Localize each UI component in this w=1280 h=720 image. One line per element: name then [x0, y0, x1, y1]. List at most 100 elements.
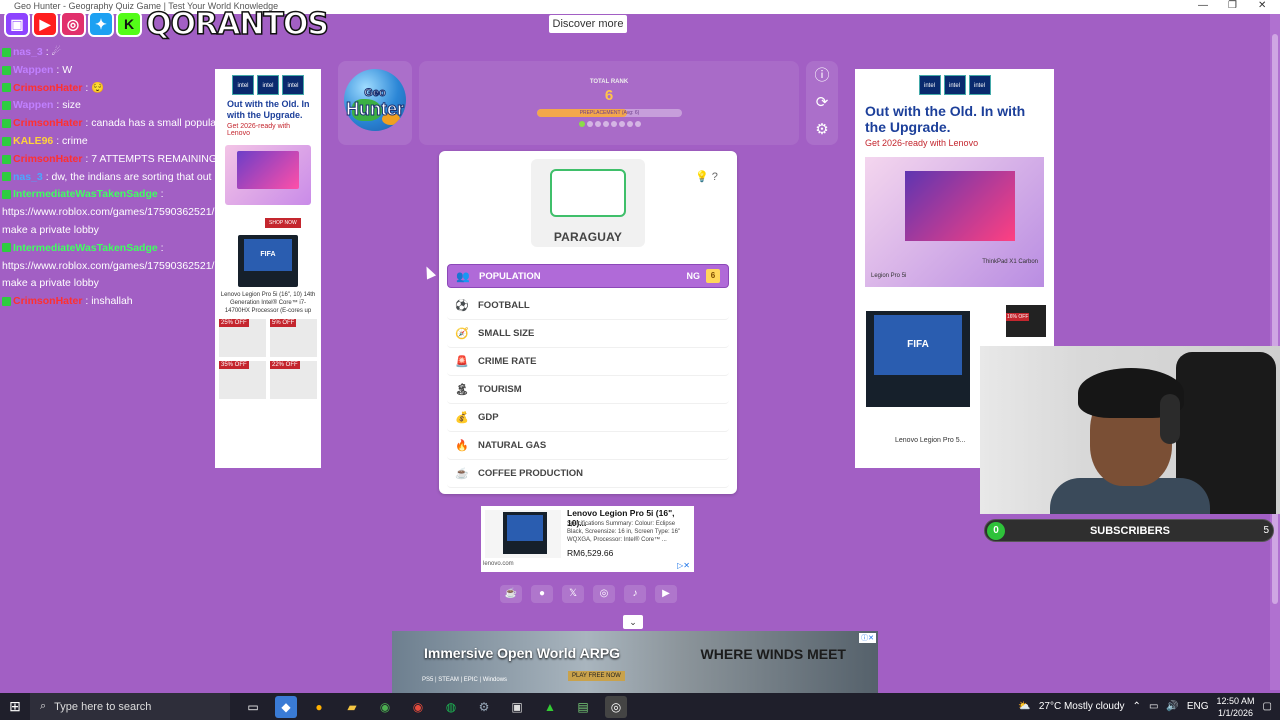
geohunter-logo[interactable]: Geo Hunter — [338, 61, 412, 145]
rank-label: TOTAL RANK — [589, 79, 629, 85]
category-gdp[interactable]: 💰 GDP — [447, 404, 729, 432]
hint-button[interactable]: 💡 ? — [695, 170, 718, 183]
chevron-up-icon[interactable]: ⌃ — [1133, 701, 1141, 712]
weather-text[interactable]: 27°C Mostly cloudy — [1039, 701, 1125, 712]
volume-icon[interactable]: 🔊 — [1166, 701, 1178, 712]
chat-username: CrimsonHater — [13, 295, 83, 308]
copilot-icon[interactable]: ◆ — [275, 695, 297, 718]
category-label: SMALL SIZE — [478, 328, 535, 339]
discover-more-button[interactable]: Discover more — [549, 15, 627, 33]
language-indicator[interactable]: ENG — [1187, 701, 1209, 712]
youtube-icon: ▶ — [32, 11, 58, 37]
x-icon[interactable]: 𝕏 — [562, 585, 584, 603]
mini-product[interactable]: 16% OFF — [1006, 305, 1046, 337]
category-football[interactable]: ⚽ FOOTBALL — [447, 292, 729, 320]
category-crime-rate[interactable]: 🚨 CRIME RATE — [447, 348, 729, 376]
category-small-size[interactable]: 🧭 SMALL SIZE — [447, 320, 729, 348]
chat-username: IntermediateWasTakenSadge — [13, 241, 158, 254]
chat-text: : 7 ATTEMPTS REMAINING — [85, 152, 218, 165]
network-icon[interactable]: ▭ — [1149, 701, 1158, 712]
clock[interactable]: 12:50 AM 1/1/2026 — [1217, 695, 1255, 719]
subs-goal: 5 — [1263, 525, 1269, 536]
category-population[interactable]: 👥 POPULATION NG 6 — [447, 264, 729, 288]
bottom-ad[interactable]: Lenovo Legion Pro 5i (16", 10)... Specif… — [481, 506, 694, 572]
deal-item[interactable]: 22% OFF — [270, 361, 317, 399]
chat-username: KALE96 — [13, 134, 54, 147]
ad-close-icon[interactable]: ▷✕ — [677, 561, 690, 570]
obs-icon[interactable]: ● — [308, 696, 330, 718]
intel-logos: intel intel intel — [855, 75, 1054, 95]
shop-now-button[interactable]: SHOP NOW — [265, 218, 301, 228]
category-label: CRIME RATE — [478, 356, 537, 367]
settings-icon[interactable]: ⚙ — [813, 121, 831, 139]
close-icon[interactable]: ✕ — [1258, 0, 1266, 11]
deal-item[interactable]: 35% OFF — [219, 361, 266, 399]
small-size-icon: 🧭 — [455, 328, 469, 340]
category-coffee-production[interactable]: ☕ COFFEE PRODUCTION — [447, 460, 729, 488]
left-product-caption[interactable]: Lenovo Legion Pro 5i (16", 10) 14th Gene… — [215, 291, 321, 315]
banner-ad[interactable]: Immersive Open World ARPG PS5 | STEAM | … — [392, 631, 878, 693]
ad-close-icon[interactable]: ⓘ✕ — [859, 633, 876, 643]
windows-start-icon[interactable]: ⊞ — [0, 698, 30, 715]
category-natural-gas[interactable]: 🔥 NATURAL GAS — [447, 432, 729, 460]
deal-item[interactable]: 25% OFF — [219, 319, 266, 357]
banner-play-button[interactable]: PLAY FREE NOW — [568, 671, 625, 681]
app-icon[interactable]: ▲ — [539, 696, 561, 718]
weather-icon[interactable]: ⛅ — [1018, 701, 1030, 712]
app-icon[interactable]: ▣ — [506, 696, 528, 718]
deal-item[interactable]: 5% OFF — [270, 319, 317, 357]
task-view-icon[interactable]: ▭ — [242, 696, 264, 718]
tiktok-icon[interactable]: ♪ — [624, 585, 646, 603]
chrome-profile-icon[interactable]: ◉ — [407, 696, 429, 718]
rank-progress-bar: PREPLACEMENT (Avg: 6) — [537, 109, 682, 117]
laptop-image — [225, 145, 311, 205]
refresh-icon[interactable]: ⟳ — [813, 94, 831, 112]
notification-icon[interactable]: ▢ — [1263, 701, 1272, 712]
chat-username: CrimsonHater — [13, 117, 83, 130]
left-ad-headline: Out with the Old. In with the Upgrade. — [227, 99, 310, 120]
bottom-ad-site[interactable]: lenovo.com — [483, 561, 514, 567]
kick-badge-icon — [2, 118, 11, 128]
chat-username: IntermediateWasTakenSadge — [13, 188, 158, 201]
steam-icon[interactable]: ⚙ — [473, 696, 495, 718]
chat-text: make a private lobby — [2, 277, 99, 290]
subscriber-goal-bar: 0 SUBSCRIBERS 5 — [984, 519, 1274, 542]
category-score: 6 — [706, 269, 720, 283]
right-product-caption[interactable]: Lenovo Legion Pro 5... — [895, 437, 965, 444]
youtube-icon[interactable]: ▶ — [655, 585, 677, 603]
chat-message: nas_3 : ☄ — [2, 44, 332, 62]
left-ad[interactable]: intel intel intel Out with the Old. In wit… — [215, 69, 321, 468]
reddit-icon[interactable]: ● — [531, 585, 553, 603]
spotify-icon[interactable]: ◍ — [440, 696, 462, 718]
info-icon[interactable]: ⓘ — [813, 67, 831, 85]
legion-laptop-image[interactable]: FIFA — [863, 311, 973, 409]
chevron-down-icon[interactable]: ⌄ — [623, 615, 643, 629]
file-explorer-icon[interactable]: ▰ — [341, 696, 363, 718]
minimize-icon[interactable]: — — [1198, 0, 1208, 11]
chat-text: : dw, the indians are sorting that out — [45, 170, 212, 183]
legion-laptop-image[interactable]: FIFA — [238, 235, 298, 287]
scrollbar-thumb[interactable] — [1272, 34, 1278, 604]
chrome-icon[interactable]: ◉ — [374, 696, 396, 718]
category-tourism[interactable]: 🏝 TOURISM — [447, 376, 729, 404]
chat-text: : W — [56, 63, 73, 76]
category-list: 👥 POPULATION NG 6 ⚽ FOOTBALL 🧭 SMALL SIZE 🚨 CRIME… — [447, 264, 729, 488]
banner-title: Immersive Open World ARPG — [424, 645, 621, 661]
taskbar: ⊞ ⌕ Type here to search ▭ ◆ ● ▰ ◉ ◉ ◍ ⚙ … — [0, 693, 1280, 720]
buymeacoffee-icon[interactable]: ☕ — [500, 585, 522, 603]
restore-icon[interactable]: ❐ — [1228, 0, 1237, 11]
chat-text: : canada has a small population — [85, 117, 234, 130]
chat-text: : 😌 — [85, 81, 105, 94]
instagram-icon: ◎ — [60, 11, 86, 37]
bottom-ad-price: RM6,529.66 — [567, 548, 614, 558]
system-tray: ⛅ 27°C Mostly cloudy ⌃ ▭ 🔊 ENG 12:50 AM … — [1018, 693, 1280, 720]
instagram-icon[interactable]: ◎ — [593, 585, 615, 603]
twitter-icon: ✦ — [88, 11, 114, 37]
chat-username: CrimsonHater — [13, 81, 83, 94]
bottom-ad-spec: Specifications Summary: Colour: Eclipse … — [567, 521, 681, 543]
obs-studio-icon[interactable]: ◎ — [605, 695, 627, 718]
taskbar-search[interactable]: ⌕ Type here to search — [30, 693, 230, 720]
football-icon: ⚽ — [455, 300, 469, 312]
app-icon[interactable]: ▤ — [572, 696, 594, 718]
kick-badge-icon — [2, 296, 11, 306]
